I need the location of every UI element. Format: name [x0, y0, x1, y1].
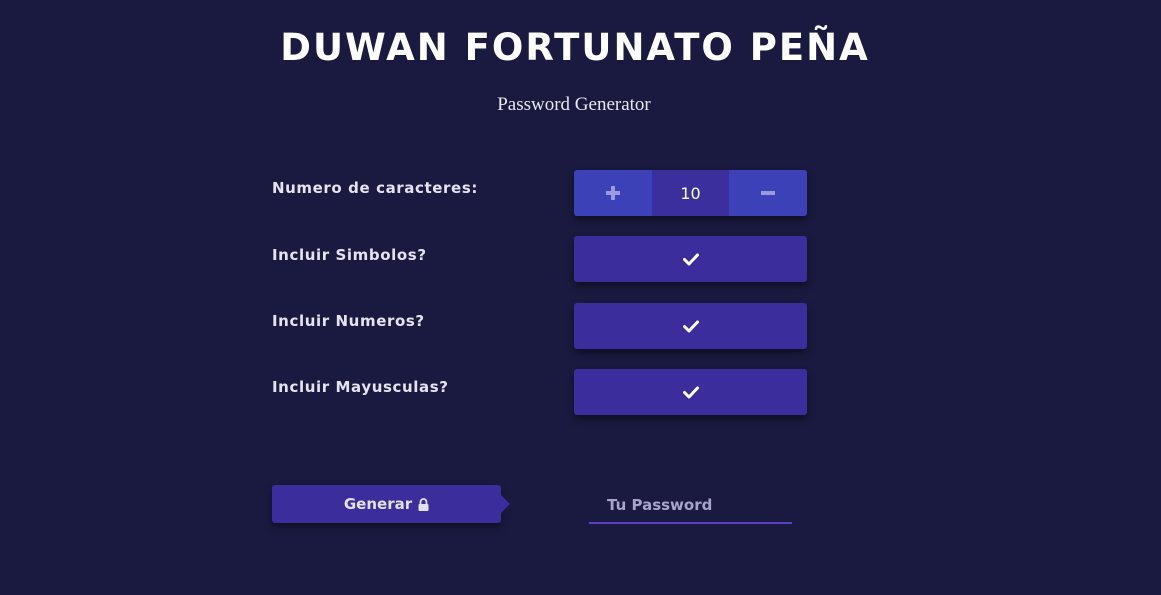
symbols-label: Incluir Simbolos? — [272, 246, 427, 264]
password-output-input[interactable] — [589, 488, 792, 522]
generate-label: Generar — [343, 495, 413, 513]
lock-icon — [418, 497, 429, 511]
length-stepper: 10 — [574, 170, 807, 216]
decrement-button[interactable] — [729, 170, 807, 216]
plus-icon — [606, 186, 620, 200]
length-value: 10 — [652, 170, 729, 216]
numbers-toggle[interactable] — [574, 303, 807, 349]
increment-button[interactable] — [574, 170, 652, 216]
page-title: DUWAN FORTUNATO PEÑA — [280, 26, 870, 69]
check-icon — [682, 320, 699, 333]
check-icon — [682, 253, 699, 266]
generate-button[interactable]: Generar — [272, 485, 510, 523]
uppercase-toggle[interactable] — [574, 369, 807, 415]
numbers-label: Incluir Numeros? — [272, 312, 425, 330]
check-icon — [682, 386, 699, 399]
length-label: Numero de caracteres: — [272, 179, 478, 197]
minus-icon — [761, 191, 775, 195]
password-generator-page: DUWAN FORTUNATO PEÑA Password Generator … — [0, 0, 1161, 595]
password-field-wrapper — [589, 488, 792, 524]
page-subtitle: Password Generator — [497, 94, 651, 115]
symbols-toggle[interactable] — [574, 236, 807, 282]
uppercase-label: Incluir Mayusculas? — [272, 378, 449, 396]
